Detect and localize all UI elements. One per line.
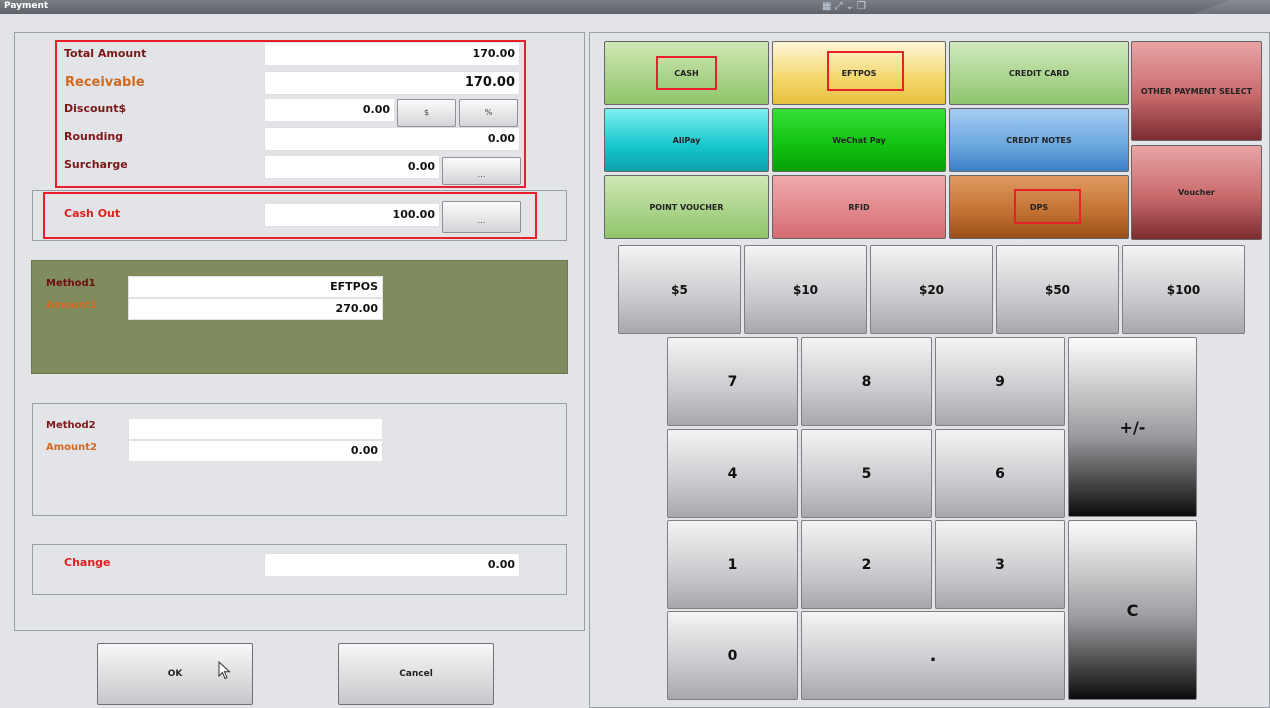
key-4[interactable]: 4 [667,429,798,518]
alipay-button[interactable]: AliPay [604,108,769,172]
restore-icon[interactable]: ❐ [857,1,866,13]
method1-field: EFTPOS [128,276,383,298]
chevron-down-icon[interactable]: ⌄ [845,1,853,13]
title-bar: Payment ▦ ⤢ ⌄ ❐ [0,0,1270,14]
key-1[interactable]: 1 [667,520,798,609]
title-icons: ▦ ⤢ ⌄ ❐ [822,1,866,13]
rfid-button[interactable]: RFID [772,175,946,239]
discount-label: Discount$ [64,102,127,115]
surcharge-label: Surcharge [64,158,128,171]
voucher-button[interactable]: Voucher [1131,145,1262,240]
key-2[interactable]: 2 [801,520,932,609]
cash-100-button[interactable]: $100 [1122,245,1245,334]
other-payment-button[interactable]: OTHER PAYMENT SELECT [1131,41,1262,141]
dps-highlight [1014,189,1081,224]
expand-icon[interactable]: ⤢ [834,1,842,13]
cash-50-button[interactable]: $50 [996,245,1119,334]
cash-20-button[interactable]: $20 [870,245,993,334]
receivable-label: Receivable [65,75,145,90]
other-payment-button-label: OTHER PAYMENT SELECT [1140,86,1253,96]
rfid-button-label: RFID [848,202,870,212]
rounding-label: Rounding [64,130,124,143]
point-voucher-button[interactable]: POINT VOUCHER [604,175,769,239]
cash-highlight [656,56,717,90]
cash-10-button[interactable]: $10 [744,245,867,334]
key-3[interactable]: 3 [935,520,1065,609]
surcharge-more-button[interactable]: ... [442,157,521,185]
amount2-label: Amount2 [46,442,98,453]
method1-label: Method1 [46,278,96,289]
credit-notes-button[interactable]: CREDIT NOTES [949,108,1129,172]
cashout-field[interactable]: 100.00 [264,203,440,227]
method2-field [128,418,383,440]
eftpos-highlight [827,51,904,91]
discount-dollar-button[interactable]: $ [397,99,456,127]
cashout-more-button[interactable]: ... [442,201,521,233]
key-7[interactable]: 7 [667,337,798,426]
total-amount-label: Total Amount [64,47,147,60]
discount-field[interactable]: 0.00 [264,98,395,122]
change-field: 0.00 [264,553,520,577]
discount-percent-button[interactable]: % [459,99,518,127]
surcharge-field[interactable]: 0.00 [264,155,440,179]
key-5[interactable]: 5 [801,429,932,518]
total-amount-field: 170.00 [264,42,520,66]
voucher-button-label: Voucher [1178,188,1215,197]
title-tab [0,0,1230,14]
amount1-field[interactable]: 270.00 [128,298,383,320]
key-8[interactable]: 8 [801,337,932,426]
amount1-label: Amount1 [46,300,98,311]
key-0[interactable]: 0 [667,611,798,700]
rounding-field: 0.00 [264,127,520,151]
clear-key[interactable]: C [1068,520,1197,700]
plus-minus-key[interactable]: +/- [1068,337,1197,517]
cancel-button[interactable]: Cancel [338,643,494,705]
amount2-field[interactable]: 0.00 [128,440,383,462]
alipay-button-label: AliPay [672,135,701,145]
wechat-pay-button-label: WeChat Pay [832,135,886,145]
key-6[interactable]: 6 [935,429,1065,518]
cashout-label: Cash Out [64,207,121,220]
method2-label: Method2 [46,420,96,431]
credit-card-button[interactable]: CREDIT CARD [949,41,1129,105]
mouse-cursor-icon [218,661,231,680]
key-9[interactable]: 9 [935,337,1065,426]
receivable-field: 170.00 [264,71,520,95]
change-label: Change [64,556,111,569]
point-voucher-button-label: POINT VOUCHER [649,202,724,212]
window-title: Payment [4,1,49,11]
cash-5-button[interactable]: $5 [618,245,741,334]
wechat-pay-button[interactable]: WeChat Pay [772,108,946,172]
decimal-key[interactable]: . [801,611,1065,700]
credit-notes-button-label: CREDIT NOTES [1006,135,1072,145]
credit-card-button-label: CREDIT CARD [1008,68,1070,78]
grid-icon[interactable]: ▦ [822,1,831,13]
